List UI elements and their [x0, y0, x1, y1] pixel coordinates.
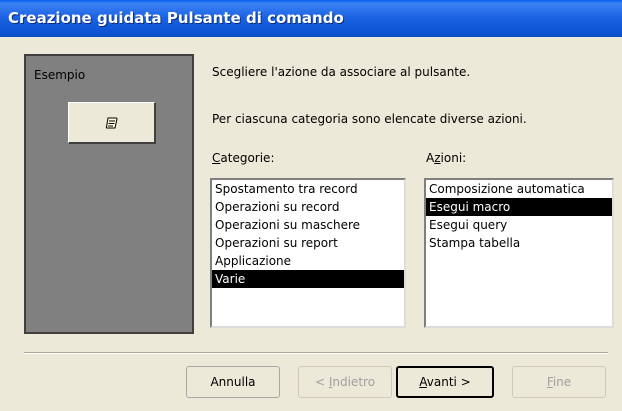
footer-divider: [24, 352, 608, 354]
window-title: Creazione guidata Pulsante di comando: [8, 9, 344, 27]
categories-label-rest: ategorie:: [220, 151, 275, 165]
next-button-label: Avanti >: [419, 375, 471, 389]
categories-label: Categorie:: [212, 151, 274, 165]
action-item-selected[interactable]: Esegui macro: [426, 198, 612, 216]
category-item[interactable]: Applicazione: [212, 252, 404, 270]
action-item[interactable]: Stampa tabella: [426, 234, 612, 252]
macro-scroll-icon: [105, 117, 118, 128]
cancel-button-label: Annulla: [210, 375, 256, 389]
preview-button: [68, 102, 156, 144]
preview-label: Esempio: [34, 68, 86, 82]
finish-button-label: Fine: [546, 375, 572, 389]
categories-listbox[interactable]: Spostamento tra record Operazioni su rec…: [210, 178, 406, 328]
actions-listbox[interactable]: Composizione automatica Esegui macro Ese…: [424, 178, 614, 328]
next-button[interactable]: Avanti >: [396, 366, 494, 398]
description-text: Per ciascuna categoria sono elencate div…: [212, 112, 527, 126]
finish-button[interactable]: Fine: [512, 366, 606, 398]
category-item[interactable]: Operazioni su report: [212, 234, 404, 252]
actions-label: Azioni:: [426, 151, 466, 165]
title-bar[interactable]: Creazione guidata Pulsante di comando: [0, 0, 622, 37]
preview-panel: Esempio: [24, 54, 194, 334]
cancel-button[interactable]: Annulla: [186, 366, 280, 398]
category-item[interactable]: Operazioni su record: [212, 198, 404, 216]
category-item[interactable]: Operazioni su maschere: [212, 216, 404, 234]
actions-label-rest: ioni:: [440, 151, 467, 165]
back-button[interactable]: < Indietro: [298, 366, 392, 398]
category-item[interactable]: Spostamento tra record: [212, 180, 404, 198]
category-item-selected[interactable]: Varie: [212, 270, 404, 288]
action-item[interactable]: Esegui query: [426, 216, 612, 234]
wizard-window: Creazione guidata Pulsante di comando Es…: [0, 0, 622, 411]
back-button-label: < Indietro: [314, 375, 376, 389]
actions-label-prefix: A: [426, 151, 435, 165]
action-item[interactable]: Composizione automatica: [426, 180, 612, 198]
instruction-text: Scegliere l'azione da associare al pulsa…: [212, 65, 471, 79]
